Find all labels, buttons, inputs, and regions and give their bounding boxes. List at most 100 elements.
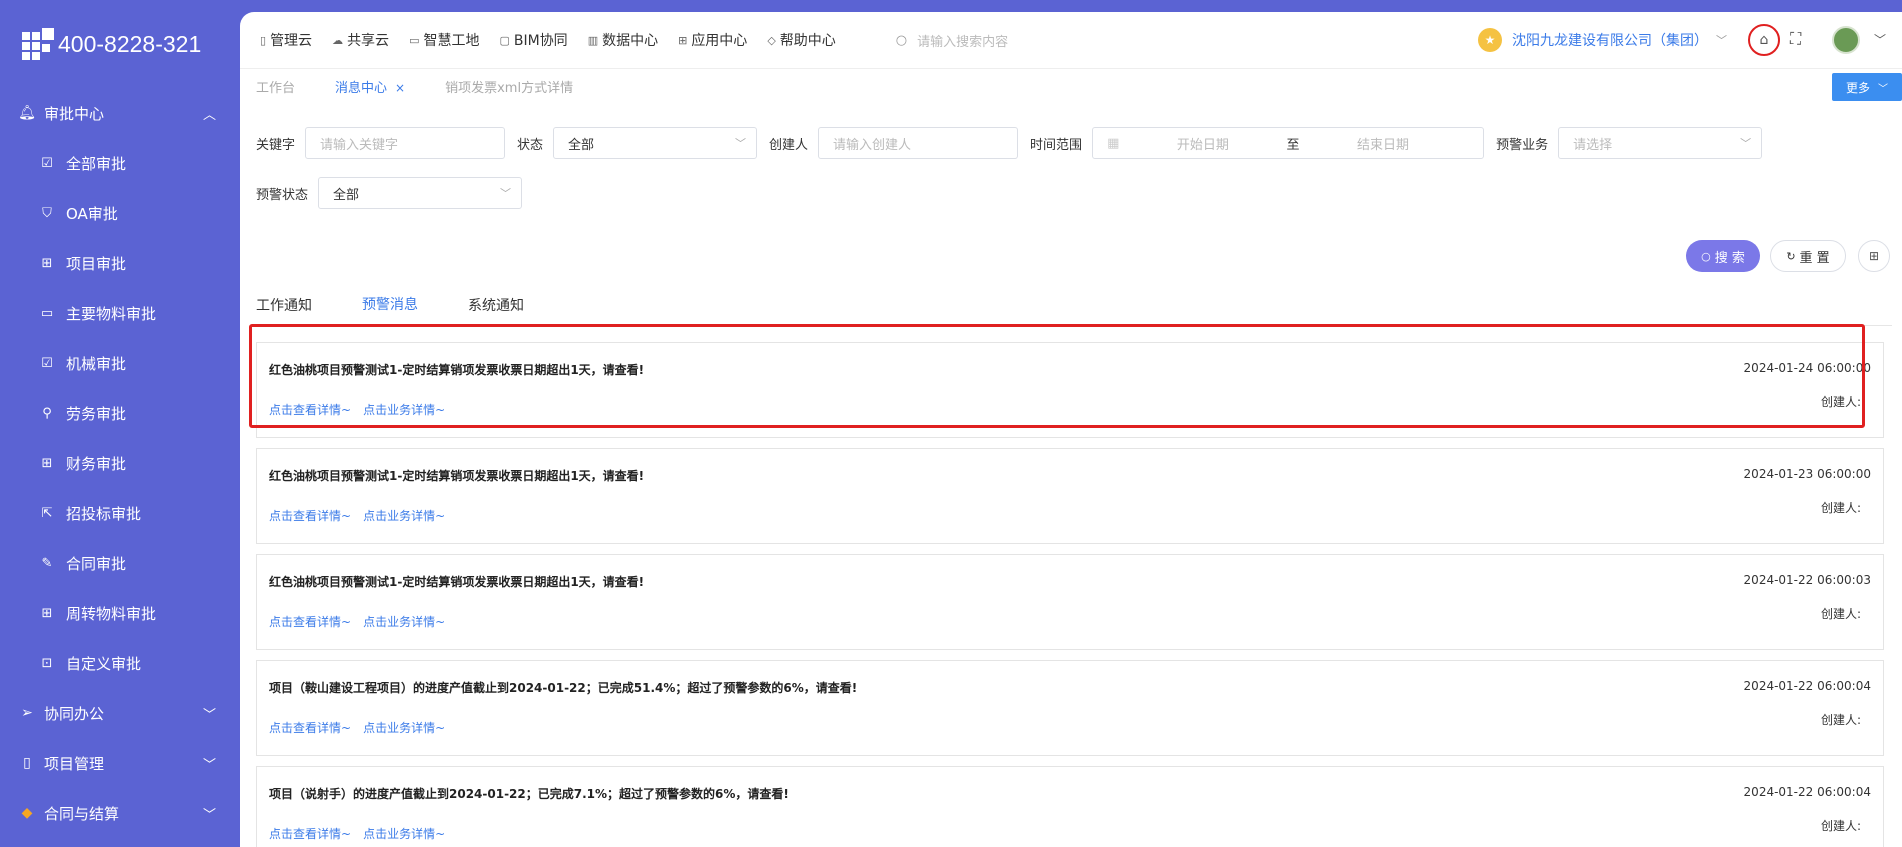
search-input[interactable]: 请输入搜索内容 [917,31,1008,50]
tab-workbench[interactable]: 工作台 [256,77,295,96]
message-links: 点击查看详情~ 点击业务详情~ [269,825,457,842]
reset-button[interactable]: ↻ 重 置 [1770,240,1846,272]
topnav-management-cloud[interactable]: ▯ 管理云 [260,30,312,50]
end-date-input[interactable]: 结束日期 [1357,134,1409,153]
topnav-label: 帮助中心 [779,33,836,49]
view-detail-link[interactable]: 点击查看详情~ [269,721,351,735]
sidebar-item-custom-approval[interactable]: ⊡ 自定义审批 [0,638,240,688]
message-card: 项目（说射手）的进度产值截止到2024-01-22；已完成7.1%；超过了预警参… [256,766,1884,847]
search-button[interactable]: ○ 搜 索 [1686,240,1760,272]
logo-phone: 400-8228-321 [58,30,202,57]
chevron-down-icon: ﹀ [1716,34,1727,47]
message-title: 项目（鞍山建设工程项目）的进度产值截止到2024-01-22；已完成51.4%；… [269,681,858,695]
message-card: 项目（鞍山建设工程项目）的进度产值截止到2024-01-22；已完成51.4%；… [256,660,1884,756]
message-title: 红色油桃项目预警测试1-定时结算销项发票收票日期超出1天，请查看! [269,469,645,483]
topnav-bim[interactable]: ▢ BIM协同 [499,30,567,50]
sidebar-item-label: 项目审批 [66,254,127,273]
nav-group-contract-settlement[interactable]: ◆ 合同与结算 ﹀ [0,788,240,838]
message-tabs: 工作通知 预警消息 系统通知 [256,284,1892,326]
more-label: 更多 [1845,80,1870,95]
message-time: 2024-01-22 06:00:04 [1743,679,1871,693]
doc-icon: ▯ [260,33,267,47]
sidebar-item-label: 招投标审批 [66,504,142,523]
cube-icon: ▢ [499,33,510,47]
company-badge-icon: ★ [1478,28,1502,52]
nav-group-collaboration[interactable]: ➢ 协同办公 ﹀ [0,688,240,738]
avatar[interactable] [1832,26,1860,54]
sidebar-item-bidding-approval[interactable]: ⇱ 招投标审批 [0,488,240,538]
sidebar-item-finance-approval[interactable]: ⊞ 财务审批 [0,438,240,488]
close-icon[interactable]: × [395,81,405,95]
company-selector[interactable]: ★ 沈阳九龙建设有限公司（集团） ﹀ [1478,28,1727,52]
keyword-input[interactable]: 请输入关键字 [305,127,506,159]
business-detail-link[interactable]: 点击业务详情~ [363,509,445,523]
message-title: 项目（说射手）的进度产值截止到2024-01-22；已完成7.1%；超过了预警参… [269,787,789,801]
fullscreen-icon[interactable]: ⛶ [1790,29,1801,49]
topnav-data-center[interactable]: ▥ 数据中心 [588,30,658,50]
chevron-down-icon: ﹀ [735,137,747,150]
send-icon: ➢ [21,705,33,721]
creator-input[interactable]: 请输入创建人 [818,127,1019,159]
reset-button-label: 重 置 [1799,250,1830,266]
global-search[interactable]: ○ 请输入搜索内容 [896,31,1008,50]
grid-icon: ⊞ [1868,249,1880,263]
bar-chart-icon: ▥ [587,33,599,47]
tab-warning-message[interactable]: 预警消息 [362,284,418,326]
sidebar-item-contract-approval[interactable]: ✎ 合同审批 [0,538,240,588]
range-separator: 至 [1286,137,1300,153]
chevron-down-icon: ﹀ [1740,137,1752,150]
tab-system-notice[interactable]: 系统通知 [468,284,524,326]
message-links: 点击查看详情~ 点击业务详情~ [269,613,457,630]
tab-message-center[interactable]: 消息中心 × [335,77,405,96]
nav-group-label: 项目管理 [44,754,105,773]
topnav-app-center[interactable]: ⊞ 应用中心 [678,30,747,50]
warning-status-select[interactable]: 全部 ﹀ [318,177,523,209]
sidebar-item-labor-approval[interactable]: ⚲ 劳务审批 [0,388,240,438]
topnav-label: BIM协同 [513,33,568,49]
sidebar-item-turnover-approval[interactable]: ⊞ 周转物料审批 [0,588,240,638]
view-detail-link[interactable]: 点击查看详情~ [269,509,351,523]
chevron-down-icon[interactable]: ﹀ [1874,31,1886,48]
sidebar-item-all-approval[interactable]: ☑ 全部审批 [0,138,240,188]
message-card: 红色油桃项目预警测试1-定时结算销项发票收票日期超出1天，请查看! 点击查看详情… [256,554,1884,650]
sidebar-item-oa-approval[interactable]: ⛉ OA审批 [0,188,240,238]
column-settings-button[interactable]: ⊞ [1858,240,1890,272]
view-detail-link[interactable]: 点击查看详情~ [269,615,351,629]
warning-business-placeholder: 请选择 [1573,137,1613,153]
monitor-icon: ▭ [409,33,420,47]
message-links: 点击查看详情~ 点击业务详情~ [269,507,457,524]
sidebar-item-label: 机械审批 [66,354,127,373]
topnav-help-center[interactable]: ◇ 帮助中心 [767,30,835,50]
topnav-shared-cloud[interactable]: ☁ 共享云 [332,30,389,50]
message-time: 2024-01-23 06:00:00 [1743,467,1871,481]
business-detail-link[interactable]: 点击业务详情~ [363,827,445,841]
sidebar-item-material-approval[interactable]: ▭ 主要物料审批 [0,288,240,338]
checkbox-icon: ☑ [41,155,53,171]
business-detail-link[interactable]: 点击业务详情~ [363,721,445,735]
nav-group-approval-center[interactable]: 🔔︎ 审批中心 ︿ [0,88,240,138]
sidebar-item-project-approval[interactable]: ⊞ 项目审批 [0,238,240,288]
message-time: 2024-01-22 06:00:04 [1743,785,1871,799]
nav-group-project-management[interactable]: ▯ 项目管理 ﹀ [0,738,240,788]
start-date-input[interactable]: 开始日期 [1177,134,1229,153]
sidebar: 400-8228-321 🔔︎ 审批中心 ︿ ☑ 全部审批 ⛉ OA审批 ⊞ 项目审批… [0,0,240,847]
topnav-label: 应用中心 [691,33,748,49]
sidebar-item-machinery-approval[interactable]: ☑ 机械审批 [0,338,240,388]
notification-bell-button[interactable]: ⌂ [1748,24,1780,56]
tab-work-notice[interactable]: 工作通知 [256,284,312,326]
warning-status-value: 全部 [333,187,360,203]
chevron-down-icon: ﹀ [500,187,512,200]
date-range-picker[interactable]: ▦ 开始日期 至 结束日期 [1092,127,1485,159]
grid-icon: ⊞ [41,605,53,621]
tab-invoice-detail[interactable]: 销项发票xml方式详情 [445,77,573,96]
creator-label: 创建人 [769,137,809,153]
topnav-smart-site[interactable]: ▭ 智慧工地 [409,30,479,50]
more-button[interactable]: 更多 ﹀ [1832,73,1902,101]
warning-business-select[interactable]: 请选择 ﹀ [1558,127,1763,159]
user-icon: ⚲ [42,405,52,421]
status-select[interactable]: 全部 ﹀ [553,127,758,159]
business-detail-link[interactable]: 点击业务详情~ [363,615,445,629]
status-value: 全部 [568,137,595,153]
view-detail-link[interactable]: 点击查看详情~ [269,827,351,841]
search-icon: ○ [1701,249,1711,263]
